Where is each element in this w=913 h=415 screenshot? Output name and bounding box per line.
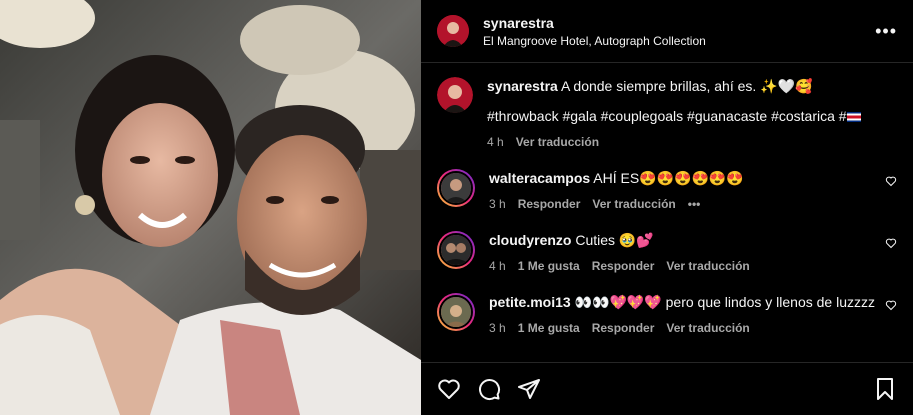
author-username[interactable]: synarestra	[483, 15, 875, 31]
translate-button[interactable]: Ver traducción	[666, 319, 749, 337]
like-heart-icon[interactable]	[437, 377, 461, 401]
likes-count[interactable]: 1 Me gusta	[518, 257, 580, 275]
comment-item: petite.moi13 👀👀💖💖💖 pero que lindos y lle…	[437, 293, 897, 337]
comment-time: 4 h	[489, 259, 506, 273]
comment-more-icon[interactable]: •••	[688, 195, 701, 213]
comment-avatar-image	[441, 173, 471, 203]
comment-avatar-image	[441, 297, 471, 327]
comment-username[interactable]: petite.moi13	[489, 294, 571, 310]
comment-username[interactable]: cloudyrenzo	[489, 232, 571, 248]
save-bookmark-icon[interactable]	[873, 377, 897, 401]
caption-text: A donde siempre brillas, ahí es. ✨🤍🥰	[560, 78, 813, 94]
comment-text: AHÍ ES😍😍😍😍😍😍	[593, 170, 744, 186]
caption-avatar-image	[437, 77, 473, 113]
reply-button[interactable]: Responder	[592, 319, 655, 337]
translate-button[interactable]: Ver traducción	[666, 257, 749, 275]
author-avatar-image	[437, 15, 469, 47]
comment-avatar-image	[441, 235, 471, 265]
reply-button[interactable]: Responder	[518, 195, 581, 213]
comment-text: 👀👀💖💖💖 pero que lindos y llenos de luzzzz	[574, 294, 875, 310]
author-avatar[interactable]	[437, 15, 469, 47]
reply-button[interactable]: Responder	[592, 257, 655, 275]
likes-count[interactable]: 1 Me gusta	[518, 319, 580, 337]
caption-username[interactable]: synarestra	[487, 78, 558, 94]
post-panel: synarestra El Mangroove Hotel, Autograph…	[421, 0, 913, 415]
post-header: synarestra El Mangroove Hotel, Autograph…	[421, 0, 913, 63]
comment-item: cloudyrenzo Cuties 🥹💕 4 h 1 Me gusta Res…	[437, 231, 897, 275]
like-comment-heart-icon[interactable]	[885, 237, 897, 249]
caption-time: 4 h	[487, 135, 504, 149]
comment-username[interactable]: walteracampos	[489, 170, 590, 186]
comment-text: Cuties 🥹💕	[575, 232, 654, 248]
comment-avatar[interactable]	[437, 231, 475, 269]
share-send-icon[interactable]	[517, 377, 541, 401]
comment-time: 3 h	[489, 321, 506, 335]
comment-bubble-icon[interactable]	[477, 377, 501, 401]
translate-button[interactable]: Ver traducción	[592, 195, 675, 213]
couple-selfie-image	[0, 0, 421, 415]
costa-rica-flag-icon	[846, 112, 861, 123]
comment-time: 3 h	[489, 197, 506, 211]
comment-avatar[interactable]	[437, 293, 475, 331]
post-photo	[0, 0, 421, 415]
comment-avatar[interactable]	[437, 169, 475, 207]
comment-item: walteracampos AHÍ ES😍😍😍😍😍😍 3 h Responder…	[437, 169, 897, 213]
post-actions-bar	[421, 362, 913, 415]
like-comment-heart-icon[interactable]	[885, 175, 897, 187]
like-comment-heart-icon[interactable]	[885, 299, 897, 311]
caption-avatar[interactable]	[437, 77, 473, 113]
caption-translate-button[interactable]: Ver traducción	[516, 133, 599, 151]
more-options-icon[interactable]: •••	[875, 21, 897, 42]
comments-list: synarestra A donde siempre brillas, ahí …	[421, 63, 913, 337]
caption: synarestra A donde siempre brillas, ahí …	[437, 77, 897, 151]
post-location[interactable]: El Mangroove Hotel, Autograph Collection	[483, 34, 875, 48]
caption-hashtags[interactable]: #throwback #gala #couplegoals #guanacast…	[487, 108, 847, 124]
